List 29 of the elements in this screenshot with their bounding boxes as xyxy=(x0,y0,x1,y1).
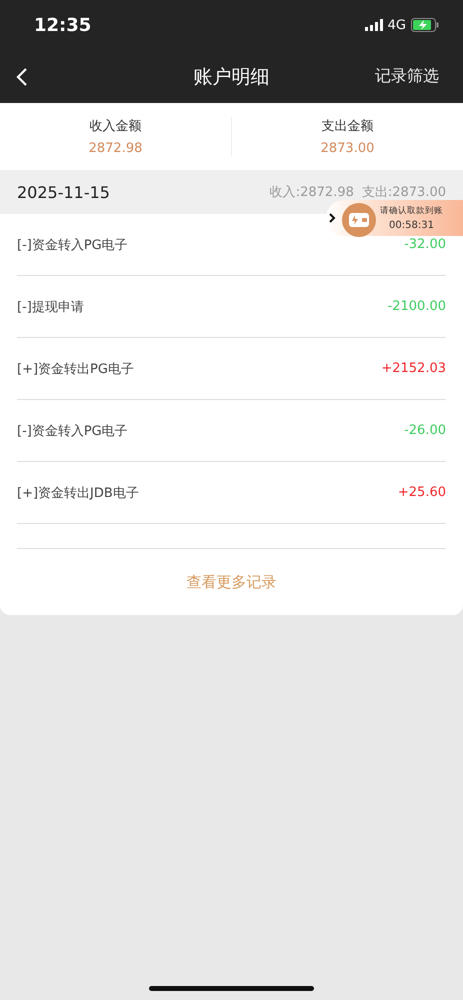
record-title: [+]资金转出PG电子 xyxy=(17,360,134,378)
record-title: [-]提现申请 xyxy=(17,298,84,316)
signal-icon xyxy=(364,19,383,31)
summary-label: 支出金额 xyxy=(322,118,374,135)
record-amount: -2100.00 xyxy=(388,299,446,314)
network-label: 4G xyxy=(388,18,406,32)
record-amount: -26.00 xyxy=(404,423,446,438)
record-amount: +25.60 xyxy=(398,485,446,500)
floating-notice[interactable]: 请确认取款到账 00:58:31 xyxy=(326,200,463,236)
summary-label: 收入金额 xyxy=(90,118,142,135)
record-amount: +2152.03 xyxy=(381,361,446,376)
day-expense: 支出:2873.00 xyxy=(362,184,446,201)
page-title: 账户明细 xyxy=(194,64,270,90)
back-icon[interactable] xyxy=(16,66,28,86)
record-title: [+]资金转出JDB电子 xyxy=(17,484,139,502)
summary-value: 2872.98 xyxy=(88,141,142,156)
summary-value: 2873.00 xyxy=(320,141,374,156)
date-heading: 2025-11-15 xyxy=(17,182,110,202)
chevron-icon xyxy=(328,212,336,224)
filter-button[interactable]: 记录筛选 xyxy=(375,66,439,87)
record-amount: -32.00 xyxy=(404,237,446,252)
status-time: 12:35 xyxy=(34,14,92,36)
notice-text: 请确认取款到账 xyxy=(380,205,443,217)
battery-icon xyxy=(411,18,439,32)
day-income: 收入:2872.98 xyxy=(270,184,354,201)
record-title: [-]资金转入PG电子 xyxy=(17,422,128,440)
notice-countdown: 00:58:31 xyxy=(389,220,434,231)
wallet-icon xyxy=(342,203,376,237)
record-title: [-]资金转入PG电子 xyxy=(17,236,128,254)
